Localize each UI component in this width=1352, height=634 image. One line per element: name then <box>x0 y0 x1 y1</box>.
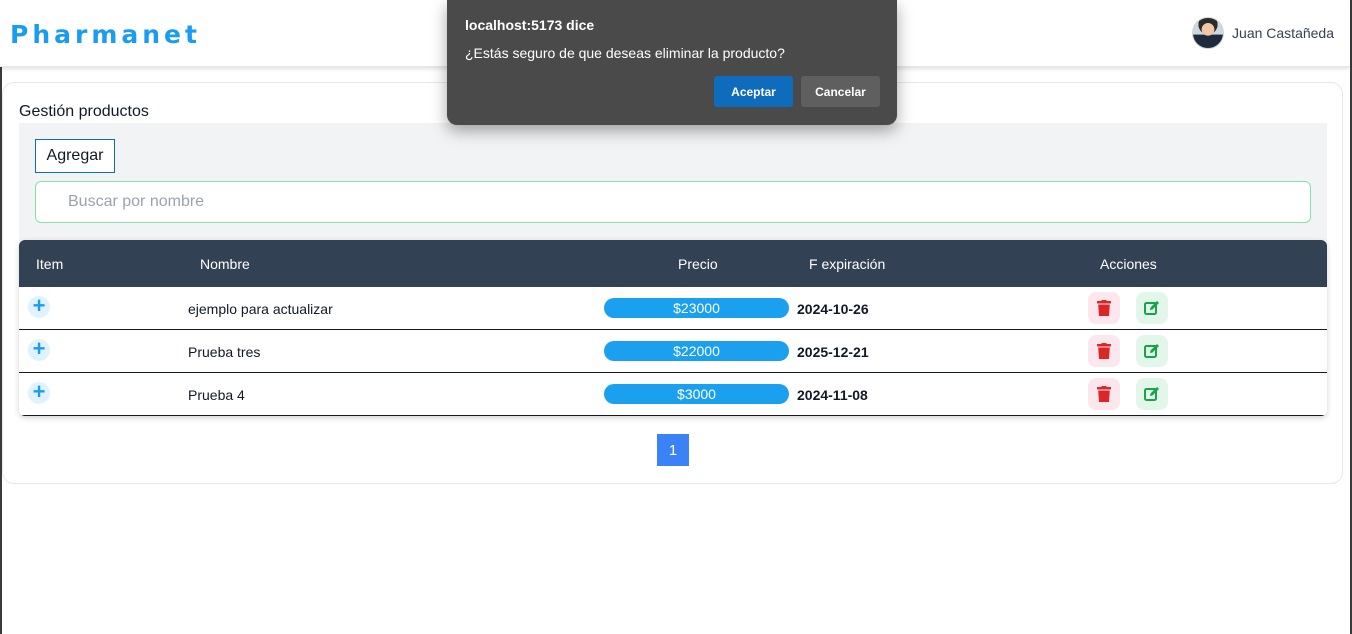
user-menu[interactable]: Juan Castañeda <box>1192 17 1334 49</box>
edit-icon <box>1144 387 1159 401</box>
edit-button[interactable] <box>1136 335 1168 367</box>
plus-icon[interactable]: + <box>28 295 50 318</box>
search-input[interactable]: Buscar por nombre <box>35 181 1311 223</box>
header-item: Item <box>36 256 64 272</box>
table-row: + Prueba tres $22000 2025-12-21 <box>19 330 1327 373</box>
delete-button[interactable] <box>1088 378 1120 410</box>
edit-button[interactable] <box>1136 378 1168 410</box>
price-badge: $23000 <box>604 298 789 318</box>
edit-icon <box>1144 301 1159 315</box>
table-row: + ejemplo para actualizar $23000 2024-10… <box>19 287 1327 330</box>
avatar[interactable] <box>1192 17 1225 49</box>
price-badge: $3000 <box>604 384 789 404</box>
accept-button[interactable]: Aceptar <box>714 76 793 107</box>
price-badge: $22000 <box>604 341 789 361</box>
pagination-page-1[interactable]: 1 <box>657 434 689 466</box>
trash-icon <box>1097 300 1111 316</box>
table-row: + Prueba 4 $3000 2024-11-08 <box>19 373 1327 416</box>
page-title: Gestión productos <box>19 103 149 120</box>
expiration-date: 2024-11-08 <box>797 387 868 403</box>
expiration-date: 2024-10-26 <box>797 301 869 317</box>
expiration-date: 2025-12-21 <box>797 344 869 360</box>
user-name[interactable]: Juan Castañeda <box>1232 25 1334 41</box>
brand-logo[interactable]: Pharmanet <box>10 20 201 49</box>
delete-button[interactable] <box>1088 292 1120 324</box>
edit-button[interactable] <box>1136 292 1168 324</box>
header-acciones: Acciones <box>1100 256 1157 272</box>
products-table: Item Nombre Precio F expiración Acciones… <box>19 240 1327 416</box>
header-nombre: Nombre <box>200 256 250 272</box>
dialog-title: localhost:5173 dice <box>465 17 595 33</box>
cancel-button[interactable]: Cancelar <box>801 76 880 107</box>
add-product-button[interactable]: Agregar <box>35 139 115 173</box>
plus-icon[interactable]: + <box>28 381 50 404</box>
header-expiracion: F expiración <box>809 256 886 272</box>
product-name: Prueba 4 <box>188 387 245 403</box>
delete-button[interactable] <box>1088 335 1120 367</box>
trash-icon <box>1097 343 1111 359</box>
confirm-dialog: localhost:5173 dice ¿Estás seguro de que… <box>447 0 897 125</box>
products-toolbar: Agregar Buscar por nombre <box>19 123 1327 241</box>
header-precio: Precio <box>678 256 718 272</box>
edit-icon <box>1144 344 1159 358</box>
dialog-message: ¿Estás seguro de que deseas eliminar la … <box>465 45 785 61</box>
trash-icon <box>1097 386 1111 402</box>
products-card: Gestión productos Agregar Buscar por nom… <box>2 82 1343 484</box>
plus-icon[interactable]: + <box>28 338 50 361</box>
product-name: ejemplo para actualizar <box>188 301 333 317</box>
product-name: Prueba tres <box>188 344 261 360</box>
table-header: Item Nombre Precio F expiración Acciones <box>19 240 1327 287</box>
